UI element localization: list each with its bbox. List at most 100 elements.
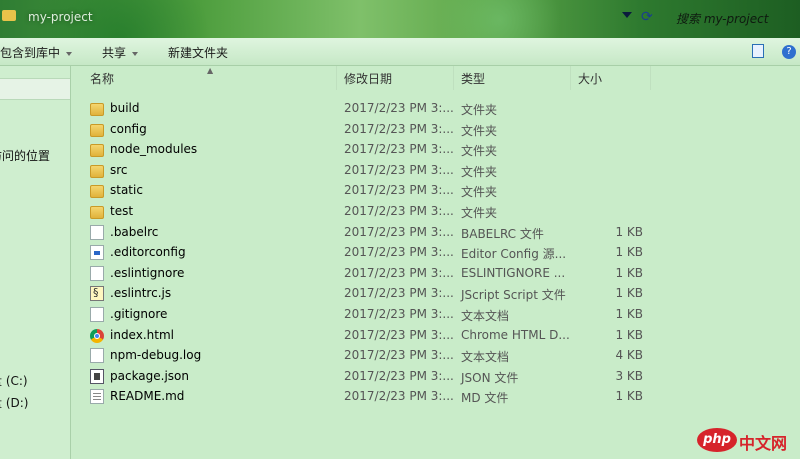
- chevron-down-icon: [66, 51, 73, 56]
- file-name: npm-debug.log: [110, 348, 202, 363]
- watermark-text: 中文网: [739, 434, 788, 453]
- file-row[interactable]: build 2017/2/23 PM 3:... 文件夹: [88, 99, 648, 119]
- file-modified-date: 2017/2/23 PM 3:...: [344, 327, 454, 342]
- file-type: 文件夹: [461, 164, 498, 179]
- file-size: 1 KB: [615, 224, 643, 239]
- column-divider[interactable]: [570, 66, 571, 90]
- folder-icon: [90, 185, 104, 199]
- site-watermark: php 中文网: [697, 424, 797, 456]
- column-divider[interactable]: [453, 66, 454, 90]
- file-type: JScript Script 文件: [461, 288, 566, 303]
- file-type: JSON 文件: [461, 370, 519, 385]
- share-button[interactable]: 共享: [102, 44, 139, 61]
- folder-icon: [90, 164, 104, 178]
- file-modified-date: 2017/2/23 PM 3:...: [344, 101, 454, 115]
- chrome-icon: [90, 328, 104, 343]
- file-row[interactable]: src 2017/2/23 PM 3:... 文件夹: [88, 161, 648, 181]
- file-row[interactable]: .eslintignore 2017/2/23 PM 3:... ESLINTIGN…: [88, 264, 648, 284]
- column-divider[interactable]: [650, 66, 651, 90]
- column-header-name[interactable]: 名称: [90, 70, 114, 87]
- column-header-type[interactable]: 类型: [461, 70, 485, 87]
- search-input[interactable]: 搜索 my-project: [676, 10, 768, 27]
- file-name: .babelrc: [110, 224, 159, 239]
- column-divider[interactable]: [336, 66, 337, 90]
- file-name: package.json: [110, 368, 190, 383]
- file-name: src: [110, 162, 128, 177]
- json-icon: [90, 368, 104, 384]
- new-folder-button[interactable]: 新建文件夹: [168, 44, 228, 61]
- file-type: 文件夹: [461, 185, 498, 200]
- column-header-modified[interactable]: 修改日期: [344, 70, 392, 87]
- file-size: 1 KB: [615, 327, 643, 342]
- file-type: BABELRC 文件: [461, 226, 544, 241]
- nav-item-recent-places[interactable]: 访问的位置: [0, 147, 50, 164]
- file-modified-date: 2017/2/23 PM 3:...: [344, 142, 454, 157]
- file-name: .eslintignore: [110, 265, 185, 280]
- file-type: 文本文档: [461, 350, 510, 365]
- include-in-library-button[interactable]: 包含到库中: [0, 44, 73, 61]
- help-icon[interactable]: ?: [782, 45, 796, 59]
- file-modified-date: 2017/2/23 PM 3:...: [344, 183, 454, 198]
- file-modified-date: 2017/2/23 PM 3:...: [344, 368, 454, 383]
- navigation-pane: 访问的位置 盘 (C:) 盘 (D:): [0, 66, 71, 459]
- column-header-size[interactable]: 大小: [578, 70, 602, 87]
- file-row[interactable]: static 2017/2/23 PM 3:... 文件夹: [88, 181, 648, 201]
- file-modified-date: 2017/2/23 PM 3:...: [344, 224, 454, 239]
- file-row[interactable]: .editorconfig 2017/2/23 PM 3:... Editor Co…: [88, 243, 648, 263]
- file-modified-date: 2017/2/23 PM 3:...: [344, 348, 454, 363]
- file-row[interactable]: README.md 2017/2/23 PM 3:... MD 文件 1 KB: [88, 387, 648, 407]
- file-icon: [90, 224, 104, 240]
- chevron-down-icon: [132, 51, 139, 56]
- file-modified-date: 2017/2/23 PM 3:...: [344, 121, 454, 136]
- file-name: .eslintrc.js: [110, 286, 172, 301]
- file-size: 1 KB: [615, 265, 643, 280]
- address-path[interactable]: my-project: [28, 10, 93, 24]
- folder-icon: [90, 144, 104, 158]
- file-row[interactable]: test 2017/2/23 PM 3:... 文件夹: [88, 202, 648, 222]
- file-type: Editor Config 源...: [461, 247, 567, 262]
- file-type: Chrome HTML D...: [461, 327, 570, 342]
- file-modified-date: 2017/2/23 PM 3:...: [344, 162, 454, 177]
- file-modified-date: 2017/2/23 PM 3:...: [344, 265, 454, 280]
- file-type: 文件夹: [461, 123, 498, 138]
- file-name: README.md: [110, 389, 185, 404]
- command-toolbar: 包含到库中 共享 新建文件夹: [0, 38, 800, 66]
- file-icon: [90, 348, 104, 364]
- file-modified-date: 2017/2/23 PM 3:...: [344, 307, 454, 321]
- file-name: .editorconfig: [110, 245, 186, 260]
- file-row[interactable]: .gitignore 2017/2/23 PM 3:... 文本文档 1 KB: [88, 305, 648, 325]
- file-name: .gitignore: [110, 307, 168, 321]
- file-row[interactable]: config 2017/2/23 PM 3:... 文件夹: [88, 120, 648, 140]
- folder-icon: [90, 103, 104, 116]
- file-row[interactable]: index.html 2017/2/23 PM 3:... Chrome HTML …: [88, 326, 648, 346]
- file-size: 1 KB: [615, 389, 643, 404]
- file-type: 文件夹: [461, 103, 498, 117]
- file-size: 1 KB: [615, 307, 643, 321]
- file-row[interactable]: .babelrc 2017/2/23 PM 3:... BABELRC 文件 1 KB: [88, 223, 648, 243]
- file-row[interactable]: node_modules 2017/2/23 PM 3:... 文件夹: [88, 140, 648, 160]
- nav-selected-item[interactable]: [0, 78, 70, 100]
- file-modified-date: 2017/2/23 PM 3:...: [344, 286, 454, 301]
- file-row[interactable]: npm-debug.log 2017/2/23 PM 3:... 文本文档 4 KB: [88, 346, 648, 366]
- file-size: 3 KB: [615, 368, 643, 383]
- address-dropdown-icon[interactable]: [622, 12, 632, 18]
- file-type: MD 文件: [461, 391, 509, 406]
- config-icon: [90, 245, 104, 261]
- refresh-icon[interactable]: ⟳: [641, 9, 657, 25]
- file-size: 4 KB: [615, 348, 643, 363]
- file-modified-date: 2017/2/23 PM 3:...: [344, 204, 454, 218]
- preview-pane-icon[interactable]: [752, 44, 764, 58]
- watermark-badge: php: [697, 428, 737, 452]
- file-type: ESLINTIGNORE ...: [461, 265, 566, 280]
- file-modified-date: 2017/2/23 PM 3:...: [344, 245, 454, 260]
- nav-item-drive-c[interactable]: 盘 (C:): [0, 372, 28, 389]
- script-icon: [90, 286, 104, 302]
- folder-icon: [2, 10, 16, 21]
- file-size: 1 KB: [615, 286, 643, 301]
- file-row[interactable]: .eslintrc.js 2017/2/23 PM 3:... JScript Sc…: [88, 284, 648, 304]
- file-name: test: [110, 204, 134, 218]
- nav-item-drive-d[interactable]: 盘 (D:): [0, 394, 28, 411]
- folder-icon: [90, 206, 104, 219]
- file-name: index.html: [110, 327, 174, 342]
- file-row[interactable]: package.json 2017/2/23 PM 3:... JSON 文件 3 K…: [88, 367, 648, 387]
